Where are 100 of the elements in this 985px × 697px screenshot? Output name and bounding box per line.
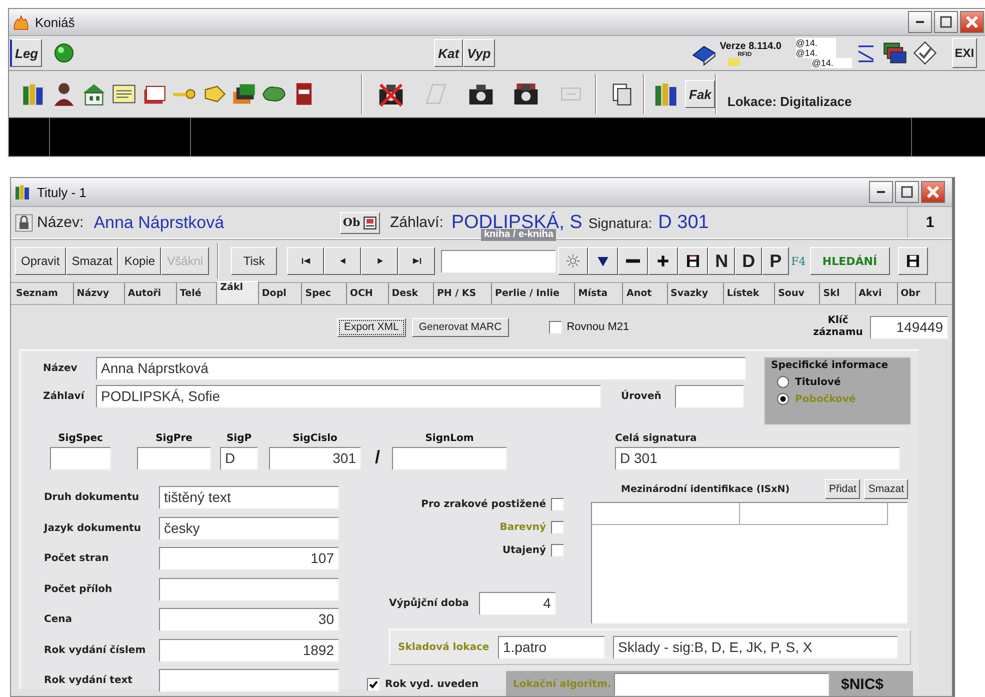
radio-label: Pobočkové [795,394,856,404]
windows-icon[interactable] [882,40,908,66]
close-button[interactable] [960,11,984,33]
tab[interactable]: PH / KS [434,283,492,304]
ob-button[interactable]: Ob [340,212,380,234]
input-field[interactable]: česky [159,516,339,540]
tab[interactable]: Zákl [217,281,259,304]
save-button[interactable] [678,247,708,275]
input-field[interactable]: tištěný text [159,486,339,509]
input-field[interactable] [50,447,111,470]
input-field[interactable]: 4 [478,592,556,615]
input-field[interactable]: D 301 [615,447,900,470]
vyp-button[interactable]: Vyp [463,39,495,67]
separator-text: / [375,447,380,468]
input-field[interactable] [159,578,339,600]
print-button[interactable]: Tisk [231,247,278,275]
checkbox[interactable] [367,678,380,691]
input-field[interactable]: 107 [159,547,339,570]
close-icon [966,16,978,28]
kat-button[interactable]: Kat [434,39,464,67]
plus-button[interactable] [648,247,678,275]
status-light-icon [52,41,76,65]
action-button[interactable]: Smazat [66,247,118,275]
lock-icon[interactable] [15,214,33,232]
tab[interactable]: Svazky [668,283,724,304]
field-label: Výpůjční doba [389,598,469,609]
input-field[interactable]: 301 [269,447,361,470]
maximize-button[interactable] [934,11,958,33]
tab[interactable]: Autoři [124,283,177,304]
minimize-button[interactable] [908,11,932,33]
tab[interactable]: Místa [575,283,624,304]
list-button[interactable]: Přidat [824,479,860,499]
letter-button[interactable]: N [708,247,736,275]
first-button[interactable] [287,247,324,275]
previous-button[interactable] [324,247,362,275]
checkbox-label: Utajený [502,545,546,556]
tab[interactable]: OCH [346,283,389,304]
tab[interactable]: Seznam [13,283,74,304]
letter-button[interactable]: P [762,247,790,275]
close-button[interactable] [921,181,945,203]
sun-button[interactable] [558,247,588,275]
tab[interactable]: Desk [388,283,434,304]
tab[interactable]: Anot [623,283,668,304]
search-button[interactable]: HLEDÁNÍ [810,247,890,275]
input-field[interactable]: Sklady - sig:B, D, E, JK, P, S, X [613,636,898,658]
tab[interactable]: Akvi [856,283,898,304]
input-field[interactable]: 1.patro [498,636,605,658]
checkbox[interactable] [548,320,562,334]
input-field[interactable] [614,673,829,696]
tab[interactable]: Souv [775,283,820,304]
input-field[interactable] [137,447,211,470]
close-icon [927,186,939,198]
signature-label: Signatura: [588,214,652,230]
input-field[interactable] [675,385,744,408]
tab[interactable]: Dopl [258,283,302,304]
action-button[interactable]: Opravit [15,247,66,275]
minus-button[interactable] [618,247,648,275]
tab[interactable]: Spec [302,283,347,304]
leg-button[interactable]: Leg [10,39,42,67]
next-button[interactable] [361,247,398,275]
letter-button[interactable]: D [735,247,762,275]
input-field[interactable] [159,669,339,692]
books-icon [14,183,32,201]
title-value: Anna Náprstková [94,212,224,232]
radio-button[interactable] [777,376,789,388]
checkbox[interactable] [551,521,564,534]
filter-button[interactable] [588,247,618,275]
save-icon [904,253,921,269]
field-label: Záhlaví [43,391,86,402]
input-field[interactable]: Anna Náprstková [96,357,746,380]
input-field[interactable]: D [220,447,258,470]
radio-button[interactable] [777,393,789,405]
title-label: Název: [37,214,84,231]
action-button[interactable]: Kopie [118,247,162,275]
tab[interactable]: Lístek [724,283,776,304]
input-field[interactable]: 149449 [870,316,948,338]
fak-button[interactable]: Fak [685,80,716,108]
field-label: Jazyk dokumentu [44,522,142,534]
exit-button[interactable]: EXI [952,38,978,68]
tab[interactable]: Obr [898,283,936,304]
maximize-icon [901,186,913,198]
field-label: Úroveň [621,391,662,402]
list-button[interactable]: Smazat [864,479,908,499]
generate-button[interactable]: Generovat MARC [412,318,509,336]
tab[interactable]: Názvy [74,283,125,304]
checkbox[interactable] [551,498,564,511]
save-button[interactable] [898,247,928,275]
input-field[interactable] [392,447,508,470]
tab[interactable]: Perlie / Inlie [492,283,576,304]
search-field[interactable] [441,250,556,272]
input-field[interactable]: 1892 [159,638,339,662]
minimize-button[interactable] [869,181,893,203]
checkbox[interactable] [551,544,564,557]
tab[interactable]: Skl [820,283,856,304]
input-field[interactable]: PODLIPSKÁ, Sofie [96,385,601,408]
maximize-button[interactable] [895,181,919,203]
last-button[interactable] [398,247,436,275]
field-label: Lokační algoritm. [512,679,612,690]
input-field[interactable]: 30 [159,608,339,631]
export-button[interactable]: Export XML [337,318,406,336]
